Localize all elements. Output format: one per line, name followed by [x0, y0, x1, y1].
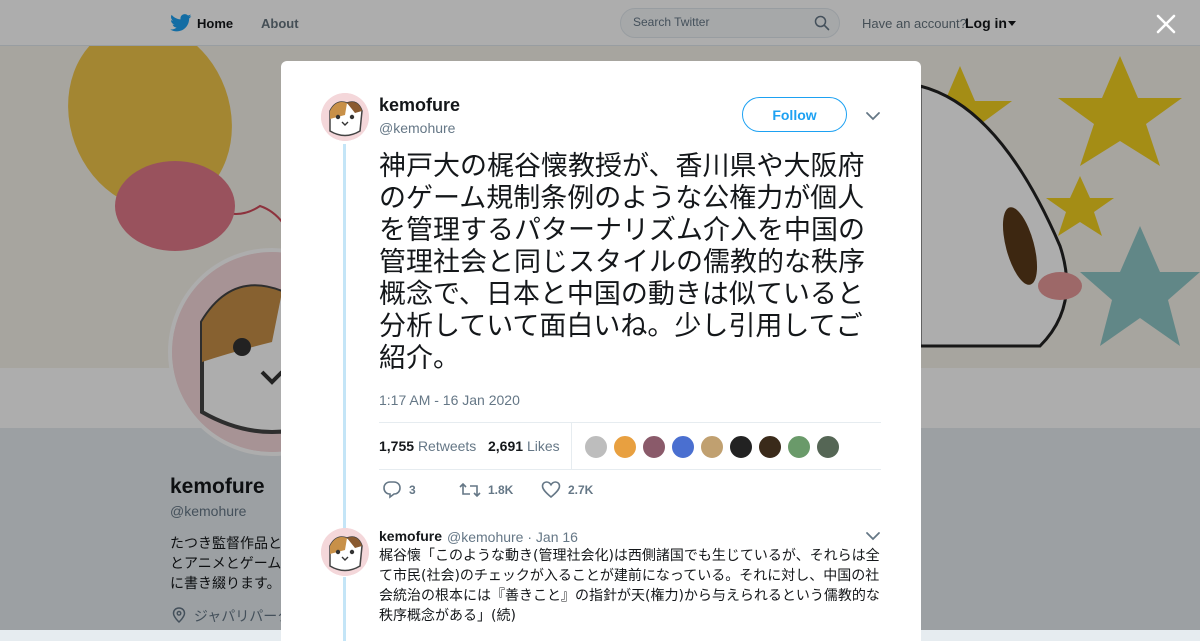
retweets-stat[interactable]: 1,755 Retweets	[379, 438, 476, 454]
retweets-count: 1,755	[379, 438, 415, 454]
likes-label: Likes	[526, 438, 560, 454]
liker-avatar[interactable]	[613, 435, 637, 459]
liker-avatar[interactable]	[671, 435, 695, 459]
tweet-text: 神戸大の梶谷懐教授が、香川県や大阪府のゲーム規制条例のような公権力が個人を管理す…	[379, 151, 865, 374]
retweets-label: Retweets	[417, 438, 477, 454]
thread-line	[343, 144, 346, 539]
reply-chevron-down-icon[interactable]	[865, 531, 881, 541]
liker-avatar[interactable]	[642, 435, 666, 459]
chevron-down-icon[interactable]	[865, 111, 881, 121]
stats-divider	[571, 423, 572, 469]
tweet-stats: 1,755 Retweets 2,691 Likes	[379, 422, 881, 470]
thread-line-reply	[343, 577, 346, 641]
tweet-timestamp[interactable]: 1:17 AM - 16 Jan 2020	[379, 392, 520, 408]
like-count: 2.7K	[568, 483, 594, 497]
liker-avatar[interactable]	[700, 435, 724, 459]
follow-button[interactable]: Follow	[742, 97, 847, 132]
close-icon[interactable]	[1153, 11, 1179, 37]
retweet-icon[interactable]	[459, 480, 481, 500]
author-name[interactable]: kemofure	[379, 95, 460, 116]
retweet-count: 1.8K	[488, 483, 514, 497]
likes-count: 2,691	[488, 438, 524, 454]
liker-avatar[interactable]	[816, 435, 840, 459]
reply-count: 3	[409, 483, 416, 497]
reply-author-name[interactable]: kemofure	[379, 528, 442, 544]
reply-icon[interactable]	[382, 480, 402, 500]
author-handle[interactable]: @kemohure	[379, 120, 455, 136]
liker-avatar[interactable]	[758, 435, 782, 459]
liker-avatar[interactable]	[787, 435, 811, 459]
reply-author-avatar[interactable]	[321, 528, 369, 576]
reply-text: 梶谷懐「このような動き(管理社会化)は西側諸国でも生じているが、それらは全て市民…	[379, 548, 880, 624]
likes-stat[interactable]: 2,691 Likes	[488, 438, 560, 454]
tweet-modal: kemofure @kemohure Follow 神戸大の梶谷懐教授が、香川県…	[281, 61, 921, 641]
liker-avatar[interactable]	[584, 435, 608, 459]
liker-avatar[interactable]	[729, 435, 753, 459]
reply-author-handle[interactable]: @kemohure · Jan 16	[447, 529, 578, 545]
heart-icon[interactable]	[541, 480, 561, 500]
author-avatar[interactable]	[321, 93, 369, 141]
